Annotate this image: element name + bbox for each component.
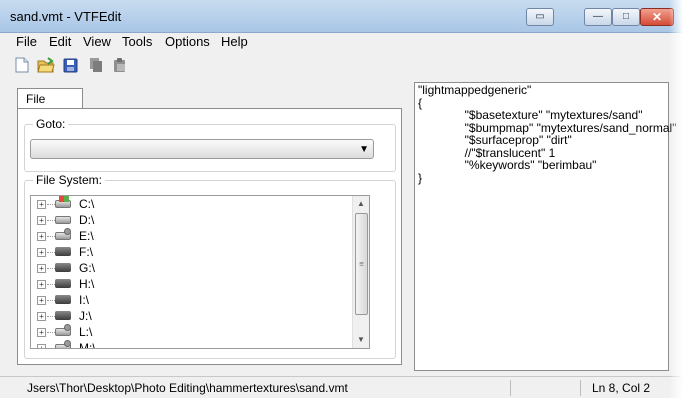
- file-system-panel: File System Goto: ▼ File System: + C:\: [15, 85, 404, 367]
- code-line: "%keywords" "berimbau": [418, 158, 597, 172]
- removable-drive-icon: [55, 295, 71, 304]
- open-button[interactable]: [37, 56, 55, 74]
- tree-scrollbar[interactable]: ▲ ≡ ▼: [352, 196, 369, 348]
- file-system-tree[interactable]: + C:\ + D:\ + E:\ + F:\ + G:\ + H:\ + I:…: [30, 195, 370, 349]
- tree-item-j[interactable]: + J:\: [35, 308, 335, 324]
- open-folder-icon: [37, 57, 55, 73]
- expand-icon[interactable]: +: [37, 312, 46, 321]
- new-file-icon: [15, 57, 29, 73]
- drive-label: M:\: [79, 341, 96, 349]
- vtfedit-window: sand.vmt - VTFEdit ▭ — □ ✕ File Edit Vie…: [0, 0, 683, 406]
- restore-button[interactable]: ▭: [526, 8, 554, 26]
- drive-label: D:\: [79, 213, 95, 227]
- copy-button[interactable]: [87, 56, 105, 74]
- restore-icon: ▭: [535, 11, 545, 22]
- scroll-thumb[interactable]: ≡: [355, 213, 368, 315]
- vmt-text-editor[interactable]: "lightmappedgeneric" { "$basetexture" "m…: [414, 82, 676, 371]
- file-system-group: File System: + C:\ + D:\ + E:\ + F:\ + G…: [24, 173, 396, 359]
- goto-group: Goto: ▼: [24, 117, 396, 172]
- expand-icon[interactable]: +: [37, 296, 46, 305]
- code-line: "$basetexture" "mytextures/sand": [418, 108, 643, 122]
- drive-label: H:\: [79, 277, 95, 291]
- paste-button[interactable]: [111, 56, 129, 74]
- windows-drive-icon: [55, 196, 71, 208]
- tree-item-c[interactable]: + C:\: [35, 196, 335, 212]
- menu-edit[interactable]: Edit: [49, 34, 71, 49]
- window-bottom-edge: [0, 398, 683, 406]
- file-system-tab-pane: Goto: ▼ File System: + C:\ + D:\ + E:\ +…: [17, 108, 402, 365]
- removable-drive-icon: [55, 263, 71, 272]
- copy-icon: [90, 58, 102, 72]
- status-divider: [510, 380, 511, 396]
- menu-file[interactable]: File: [16, 34, 37, 49]
- drive-label: E:\: [79, 229, 94, 243]
- window-title: sand.vmt - VTFEdit: [10, 9, 122, 24]
- toolbar: [0, 52, 683, 78]
- status-cursor-position: Ln 8, Col 2: [592, 381, 651, 395]
- title-bar[interactable]: sand.vmt - VTFEdit ▭ — □ ✕: [0, 0, 683, 33]
- expand-icon[interactable]: +: [37, 280, 46, 289]
- save-disk-icon: [63, 58, 77, 72]
- code-line: }: [418, 170, 423, 185]
- tree-item-l[interactable]: + L:\: [35, 324, 335, 340]
- minimize-icon: —: [593, 11, 603, 22]
- tree-item-i[interactable]: + I:\: [35, 292, 335, 308]
- network-drive-icon: [55, 228, 71, 240]
- expand-icon[interactable]: +: [37, 248, 46, 257]
- goto-dropdown[interactable]: ▼: [30, 139, 374, 159]
- new-file-button[interactable]: [13, 56, 31, 74]
- tree-item-f[interactable]: + F:\: [35, 244, 335, 260]
- maximize-button[interactable]: □: [612, 8, 640, 26]
- menu-tools[interactable]: Tools: [122, 34, 152, 49]
- network-drive-icon: [55, 340, 71, 348]
- drive-label: C:\: [79, 197, 95, 211]
- removable-drive-icon: [55, 247, 71, 256]
- tree-item-e[interactable]: + E:\: [35, 228, 335, 244]
- save-button[interactable]: [61, 56, 79, 74]
- drive-label: G:\: [79, 261, 96, 275]
- drive-label: J:\: [79, 309, 92, 323]
- scroll-up-icon[interactable]: ▲: [353, 196, 369, 212]
- tree-item-g[interactable]: + G:\: [35, 260, 335, 276]
- code-line: "$surfaceprop" "dirt": [418, 133, 572, 147]
- expand-icon[interactable]: +: [37, 344, 46, 348]
- dropdown-arrow-icon: ▼: [359, 144, 369, 155]
- expand-icon[interactable]: +: [37, 264, 46, 273]
- goto-label: Goto:: [33, 117, 69, 131]
- removable-drive-icon: [55, 279, 71, 288]
- tab-file-system[interactable]: File System: [17, 88, 83, 120]
- scroll-down-icon[interactable]: ▼: [353, 332, 369, 348]
- drive-label: F:\: [79, 245, 93, 259]
- menu-options[interactable]: Options: [165, 34, 210, 49]
- menu-help[interactable]: Help: [221, 34, 248, 49]
- status-divider: [580, 380, 581, 396]
- tree-item-m[interactable]: + M:\: [35, 340, 335, 349]
- expand-icon[interactable]: +: [37, 232, 46, 241]
- maximize-icon: □: [622, 11, 630, 22]
- expand-icon[interactable]: +: [37, 216, 46, 225]
- close-icon: ✕: [651, 10, 663, 24]
- paste-icon: [114, 58, 125, 72]
- hard-drive-icon: [55, 216, 71, 224]
- minimize-button[interactable]: —: [584, 8, 612, 26]
- tree-item-h[interactable]: + H:\: [35, 276, 335, 292]
- file-system-label: File System:: [33, 173, 106, 187]
- expand-icon[interactable]: +: [37, 200, 46, 209]
- code-line: "lightmappedgeneric": [418, 83, 532, 97]
- menu-bar: File Edit View Tools Options Help: [0, 32, 683, 50]
- drive-label: L:\: [79, 325, 93, 339]
- window-edge-shadow: [669, 0, 683, 406]
- drive-label: I:\: [79, 293, 90, 307]
- network-drive-icon: [55, 324, 71, 336]
- expand-icon[interactable]: +: [37, 328, 46, 337]
- tree-item-d[interactable]: + D:\: [35, 212, 335, 228]
- removable-drive-icon: [55, 311, 71, 320]
- status-file-path: Jsers\Thor\Desktop\Photo Editing\hammert…: [27, 381, 348, 395]
- menu-view[interactable]: View: [83, 34, 111, 49]
- status-bar: Jsers\Thor\Desktop\Photo Editing\hammert…: [0, 376, 683, 399]
- grip-icon: ≡: [359, 259, 364, 269]
